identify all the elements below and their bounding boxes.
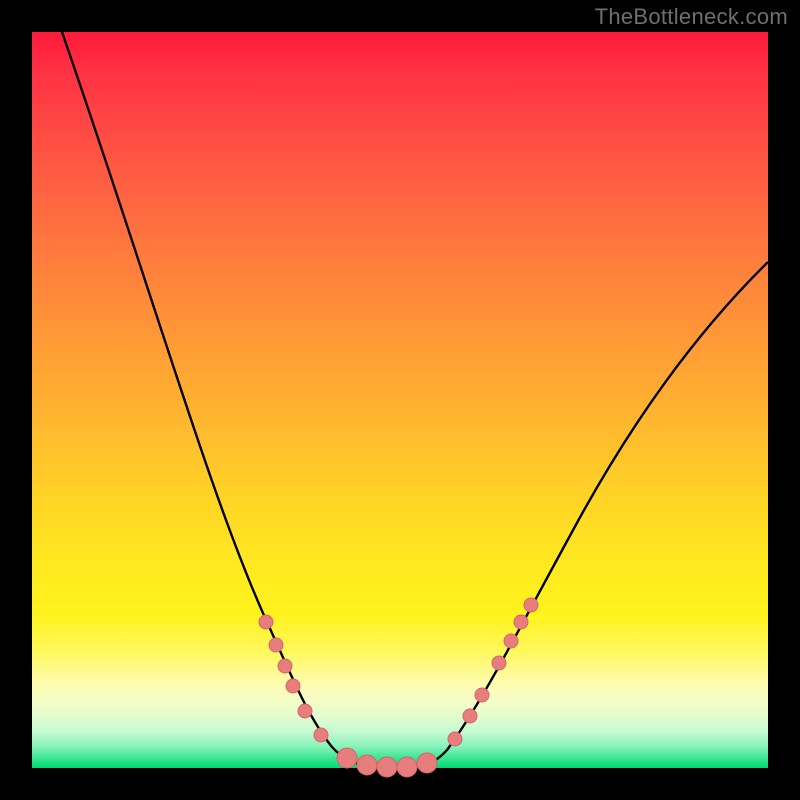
curve-marker xyxy=(357,755,377,775)
curve-marker xyxy=(259,615,273,629)
curve-marker xyxy=(377,757,397,777)
curve-marker xyxy=(278,659,292,673)
curve-marker xyxy=(475,688,489,702)
watermark-text: TheBottleneck.com xyxy=(595,4,788,30)
curve-marker xyxy=(463,709,477,723)
curve-marker xyxy=(492,656,506,670)
curve-marker xyxy=(286,679,300,693)
curve-marker xyxy=(504,634,518,648)
curve-layer xyxy=(32,32,768,768)
plot-area xyxy=(32,32,768,768)
marker-group xyxy=(259,598,538,777)
curve-marker xyxy=(314,728,328,742)
curve-marker xyxy=(448,732,462,746)
curve-marker xyxy=(524,598,538,612)
curve-marker xyxy=(337,748,357,768)
curve-marker xyxy=(397,757,417,777)
curve-marker xyxy=(514,615,528,629)
curve-marker xyxy=(298,704,312,718)
bottleneck-curve xyxy=(62,32,768,768)
chart-frame: TheBottleneck.com xyxy=(0,0,800,800)
curve-marker xyxy=(269,638,283,652)
curve-marker xyxy=(417,753,437,773)
